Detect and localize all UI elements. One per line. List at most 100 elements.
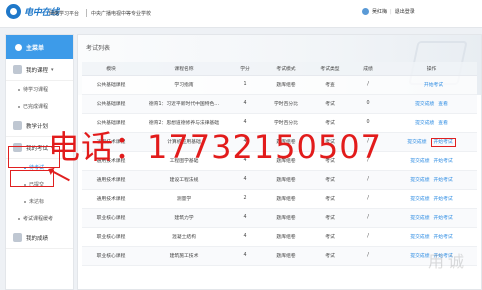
action-cell: 提交成绩 开始考试: [386, 151, 477, 171]
column-header: 课程名称: [140, 62, 228, 76]
logo-icon: [6, 4, 21, 19]
score-cell: /: [350, 189, 386, 209]
score-cell: /: [350, 208, 386, 228]
submit-score-link[interactable]: 提交成绩: [415, 102, 434, 107]
sub-label: 考试课程缓考: [23, 216, 54, 222]
credit-cell: 2: [228, 189, 262, 209]
module-cell: 职业核心课程: [82, 227, 140, 247]
credit-cell: 4: [228, 170, 262, 190]
start-exam-link[interactable]: 开始考试: [424, 83, 443, 88]
column-header: 操作: [386, 62, 477, 76]
course-cell: 德育1：习近平新时代中国特色…: [140, 94, 228, 114]
sub-label: 待学习课程: [23, 87, 49, 93]
page-title: 考试列表: [86, 45, 111, 52]
table-row: 通用技术课程 建设工程法规 4 题库组卷 考试 / 提交成绩 开始考试: [82, 170, 477, 190]
sidebar-group-my-grades[interactable]: 我的成绩: [6, 227, 73, 249]
logout-link[interactable]: 退出登录: [395, 8, 415, 15]
score-cell: 0: [350, 94, 386, 114]
credit-cell: 1: [228, 75, 262, 95]
mode-cell: 题库组卷: [262, 170, 310, 190]
sidebar-item-completed-courses[interactable]: 已完成课程: [6, 98, 73, 115]
submit-score-link[interactable]: 提交成绩: [410, 235, 429, 240]
course-cell: 测量学: [140, 189, 228, 209]
sidebar-group-my-courses[interactable]: 我的课程 ▾: [6, 59, 73, 81]
action-cell: 提交成绩 查看: [386, 113, 477, 133]
sidebar-item-deferred-exams[interactable]: 考试课程缓考: [6, 210, 73, 227]
credit-cell: 4: [228, 208, 262, 228]
credit-cell: 4: [228, 246, 262, 266]
course-cell: 建筑力学: [140, 208, 228, 228]
chevron-down-icon: ▾: [51, 66, 54, 73]
group-label: 教学计划: [26, 123, 49, 130]
score-cell: /: [350, 246, 386, 266]
module-cell: 通用技术课程: [82, 189, 140, 209]
plan-icon: [13, 121, 22, 130]
submit-score-link[interactable]: 提交成绩: [407, 140, 426, 145]
start-exam-link[interactable]: 开始考试: [434, 235, 453, 240]
start-exam-link[interactable]: 开始考试: [434, 197, 453, 202]
type-cell: 考试: [310, 170, 350, 190]
column-header: 考试类型: [310, 62, 350, 76]
type-cell: 考试: [310, 246, 350, 266]
mode-cell: 学时百分比: [262, 94, 310, 114]
header-divider: [86, 9, 87, 17]
submit-score-link[interactable]: 提交成绩: [410, 178, 429, 183]
table-row: 公共基础课程 德育1：习近平新时代中国特色… 4 学时百分比 考试 0 提交成绩 查看: [82, 94, 477, 114]
bullet-icon: [18, 88, 20, 91]
submit-score-link[interactable]: 提交成绩: [415, 121, 434, 126]
submit-score-link[interactable]: 提交成绩: [410, 197, 429, 202]
type-cell: 考试: [310, 189, 350, 209]
table-row: 职业核心课程 建筑施工技术 4 题库组卷 考试 / 提交成绩 开始考试: [82, 246, 477, 266]
view-link[interactable]: 查看: [438, 102, 448, 107]
action-cell: 提交成绩 开始考试: [386, 208, 477, 228]
watermark-text: 用诚: [428, 252, 469, 271]
submit-score-link[interactable]: 提交成绩: [410, 159, 429, 164]
mode-cell: 题库组卷: [262, 75, 310, 95]
user-name[interactable]: 吴红梅: [372, 8, 387, 15]
action-cell: 提交成绩 开始考试: [386, 189, 477, 209]
course-cell: 学习指南: [140, 75, 228, 95]
action-cell: 开始考试: [386, 75, 477, 95]
type-cell: 考试: [310, 94, 350, 114]
course-cell: 混凝土结构: [140, 227, 228, 247]
table-row: 公共基础课程 学习指南 1 题库组卷 考查 / 开始考试: [82, 75, 477, 95]
sidebar-item-pending-courses[interactable]: 待学习课程: [6, 81, 73, 98]
table-header-row: 模块 课程名称 学分 考试模式 考试类型 成绩 操作: [82, 62, 477, 76]
module-cell: 公共基础课程: [82, 75, 140, 95]
score-cell: /: [350, 170, 386, 190]
start-exam-link[interactable]: 开始考试: [434, 216, 453, 221]
sub-label: 已完成课程: [23, 104, 49, 110]
mode-cell: 题库组卷: [262, 227, 310, 247]
score-cell: /: [350, 75, 386, 95]
score-cell: /: [350, 227, 386, 247]
start-exam-link[interactable]: 开始考试: [434, 178, 453, 183]
table-row: 通用技术课程 测量学 2 题库组卷 考试 / 提交成绩 开始考试: [82, 189, 477, 209]
submit-score-link[interactable]: 提交成绩: [410, 254, 429, 259]
type-cell: 考试: [310, 227, 350, 247]
mode-cell: 题库组卷: [262, 246, 310, 266]
action-cell: 提交成绩 开始考试: [386, 132, 477, 152]
course-cell: 建筑施工技术: [140, 246, 228, 266]
action-cell: 提交成绩 查看: [386, 94, 477, 114]
column-header: 考试模式: [262, 62, 310, 76]
group-label: 我的成绩: [26, 235, 49, 242]
action-cell: 提交成绩 开始考试: [386, 227, 477, 247]
phone-overlay-text: 电话：17732150507: [48, 128, 382, 166]
group-label: 我的课程: [26, 67, 49, 74]
bullet-icon: [18, 217, 20, 220]
view-link[interactable]: 查看: [438, 121, 448, 126]
table-row: 职业核心课程 建筑力学 4 题库组卷 考试 / 提交成绩 开始考试: [82, 208, 477, 228]
column-header: 模块: [82, 62, 140, 76]
sidebar-item-not-passed[interactable]: 未达标: [6, 193, 73, 210]
start-exam-link[interactable]: 开始考试: [430, 138, 456, 147]
platform-name: 网络学习平台: [49, 11, 80, 17]
top-bar: 电中在线 网络学习平台 中央广播电视中等专业学校 吴红梅 | 退出登录: [0, 0, 482, 28]
start-exam-link[interactable]: 开始考试: [434, 159, 453, 164]
submit-score-link[interactable]: 提交成绩: [410, 216, 429, 221]
course-icon: [13, 65, 22, 74]
main-menu-header: 主菜单: [6, 35, 73, 59]
table-row: 职业核心课程 混凝土结构 4 题库组卷 考试 / 提交成绩 开始考试: [82, 227, 477, 247]
user-icon: [362, 8, 369, 15]
mode-cell: 题库组卷: [262, 208, 310, 228]
mode-cell: 题库组卷: [262, 189, 310, 209]
